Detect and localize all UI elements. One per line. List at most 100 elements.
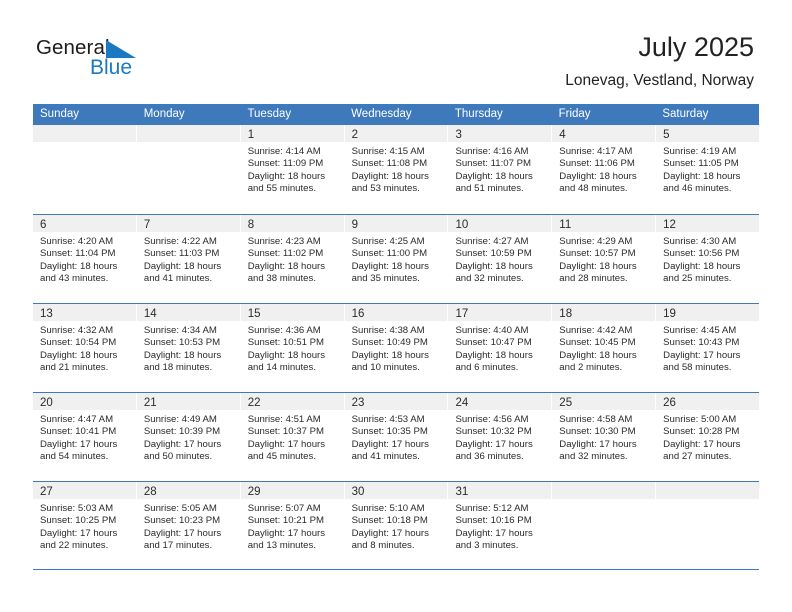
page-title: July 2025 — [638, 32, 754, 62]
day-info-line: and 50 minutes. — [143, 451, 213, 463]
day-info-line: Daylight: 17 hours — [143, 438, 222, 450]
day-number: 31 — [455, 486, 469, 498]
page-header: General Blue July 2025 Lonevag, Vestland… — [0, 0, 792, 100]
day-number-band — [656, 482, 760, 499]
day-info-line: Sunset: 10:30 PM — [559, 426, 636, 438]
calendar-day-cell[interactable]: 18 Sunrise: 4:42 AM Sunset: 10:45 PM Daylig… — [552, 304, 657, 392]
calendar-day-cell[interactable]: 29 Sunrise: 5:07 AM Sunset: 10:21 PM Daylig… — [240, 482, 345, 569]
day-info-line: Daylight: 18 hours — [40, 349, 118, 361]
day-number-band: 10 — [448, 215, 552, 232]
day-info-line: and 45 minutes. — [247, 451, 316, 463]
calendar-day-cell[interactable]: 3 Sunrise: 4:16 AM Sunset: 11:07 PM Dayligh… — [448, 125, 553, 214]
calendar-day-cell[interactable]: 7 Sunrise: 4:22 AM Sunset: 11:03 PM Dayligh… — [136, 215, 241, 303]
day-number-band: 30 — [344, 482, 448, 499]
calendar-day-cell[interactable]: 30 Sunrise: 5:10 AM Sunset: 10:18 PM Daylig… — [344, 482, 449, 569]
day-info-line: Sunset: 11:06 PM — [559, 158, 635, 170]
day-number-band: 11 — [552, 215, 656, 232]
day-info-line: Sunset: 11:08 PM — [351, 158, 428, 170]
day-number: 10 — [455, 219, 469, 231]
calendar-day-cell[interactable]: 20 Sunrise: 4:47 AM Sunset: 10:41 PM Daylig… — [33, 393, 137, 481]
day-info-line: Sunset: 11:02 PM — [247, 248, 324, 260]
day-info-line: Sunset: 10:23 PM — [143, 515, 221, 527]
calendar-day-cell[interactable]: 27 Sunrise: 5:03 AM Sunset: 10:25 PM Daylig… — [33, 482, 137, 569]
day-details: Sunrise: 4:40 AM Sunset: 10:47 PM Daylight… — [448, 321, 551, 375]
calendar-day-cell[interactable]: 5 Sunrise: 4:19 AM Sunset: 11:05 PM Dayligh… — [656, 125, 760, 214]
day-info-line: and 6 minutes. — [455, 362, 519, 374]
day-number-band: 6 — [33, 215, 136, 232]
day-number-band: 14 — [136, 304, 240, 321]
calendar-day-cell[interactable]: 11 Sunrise: 4:29 AM Sunset: 10:57 PM Daylig… — [552, 215, 657, 303]
day-info-line: and 41 minutes. — [351, 451, 420, 463]
day-info-line: Sunset: 10:47 PM — [455, 337, 532, 349]
calendar-day-cell[interactable]: 12 Sunrise: 4:30 AM Sunset: 10:56 PM Daylig… — [656, 215, 760, 303]
day-number-band: 26 — [656, 393, 760, 410]
day-info-line: Sunrise: 4:58 AM — [559, 414, 633, 425]
calendar-day-cell[interactable]: 13 Sunrise: 4:32 AM Sunset: 10:54 PM Daylig… — [33, 304, 137, 392]
day-details — [137, 142, 240, 146]
day-details: Sunrise: 4:34 AM Sunset: 10:53 PM Daylight… — [137, 321, 240, 375]
calendar-day-cell[interactable]: 6 Sunrise: 4:20 AM Sunset: 11:04 PM Dayligh… — [33, 215, 137, 303]
calendar-day-cell[interactable]: 19 Sunrise: 4:45 AM Sunset: 10:43 PM Daylig… — [656, 304, 760, 392]
day-details: Sunrise: 4:15 AM Sunset: 11:08 PM Daylight… — [345, 142, 448, 196]
calendar-day-cell[interactable]: 28 Sunrise: 5:05 AM Sunset: 10:23 PM Daylig… — [136, 482, 241, 569]
day-info-line: Sunset: 11:05 PM — [663, 158, 739, 170]
day-info-line: Sunrise: 5:03 AM — [40, 503, 114, 514]
day-info-line: and 10 minutes. — [351, 362, 420, 374]
calendar-day-cell[interactable]: 31 Sunrise: 5:12 AM Sunset: 10:16 PM Daylig… — [448, 482, 553, 569]
calendar-day-cell[interactable]: 26 Sunrise: 5:00 AM Sunset: 10:28 PM Daylig… — [656, 393, 760, 481]
general-blue-logo[interactable]: General Blue — [36, 36, 166, 84]
day-info-line: Daylight: 18 hours — [247, 260, 326, 272]
calendar-day-cell[interactable]: 9 Sunrise: 4:25 AM Sunset: 11:00 PM Dayligh… — [344, 215, 449, 303]
calendar-day-cell[interactable]: 1 Sunrise: 4:14 AM Sunset: 11:09 PM Dayligh… — [240, 125, 345, 214]
calendar-day-cell[interactable]: 10 Sunrise: 4:27 AM Sunset: 10:59 PM Daylig… — [448, 215, 553, 303]
calendar-cell-empty — [552, 482, 657, 569]
day-details: Sunrise: 4:14 AM Sunset: 11:09 PM Daylight… — [241, 142, 344, 196]
day-details: Sunrise: 5:12 AM Sunset: 10:16 PM Daylight… — [448, 499, 551, 553]
calendar-day-cell[interactable]: 22 Sunrise: 4:51 AM Sunset: 10:37 PM Daylig… — [240, 393, 345, 481]
day-info-line: Daylight: 17 hours — [351, 527, 429, 539]
day-number: 8 — [247, 219, 255, 231]
weekday-header-saturday: Saturday — [662, 108, 709, 120]
day-info-line: Sunrise: 4:34 AM — [143, 325, 217, 336]
day-info-line: and 17 minutes. — [143, 540, 213, 552]
day-info-line: Daylight: 18 hours — [663, 170, 741, 182]
calendar-day-cell[interactable]: 14 Sunrise: 4:34 AM Sunset: 10:53 PM Daylig… — [136, 304, 241, 392]
day-info-line: Sunrise: 4:49 AM — [143, 414, 217, 425]
calendar-day-cell[interactable]: 16 Sunrise: 4:38 AM Sunset: 10:49 PM Daylig… — [344, 304, 449, 392]
calendar-day-cell[interactable]: 15 Sunrise: 4:36 AM Sunset: 10:51 PM Daylig… — [240, 304, 345, 392]
calendar-day-cell[interactable]: 8 Sunrise: 4:23 AM Sunset: 11:02 PM Dayligh… — [240, 215, 345, 303]
calendar-day-cell[interactable]: 4 Sunrise: 4:17 AM Sunset: 11:06 PM Dayligh… — [552, 125, 657, 214]
day-info-line: Sunrise: 4:27 AM — [455, 236, 529, 247]
weekday-header-tuesday: Tuesday — [247, 108, 292, 120]
day-info-line: Sunset: 10:39 PM — [143, 426, 221, 438]
day-number-band — [136, 125, 240, 142]
day-info-line: Daylight: 18 hours — [143, 349, 222, 361]
day-info-line: Sunset: 10:21 PM — [247, 515, 324, 527]
day-details: Sunrise: 4:42 AM Sunset: 10:45 PM Daylight… — [552, 321, 655, 375]
calendar-day-cell[interactable]: 21 Sunrise: 4:49 AM Sunset: 10:39 PM Daylig… — [136, 393, 241, 481]
day-details: Sunrise: 5:07 AM Sunset: 10:21 PM Daylight… — [241, 499, 344, 553]
day-info-line: and 21 minutes. — [40, 362, 109, 374]
day-info-line: Daylight: 18 hours — [559, 349, 637, 361]
day-number: 20 — [40, 397, 53, 409]
day-number-band: 18 — [552, 304, 656, 321]
day-number: 15 — [247, 308, 261, 320]
day-number: 12 — [663, 219, 676, 231]
calendar-day-cell[interactable]: 25 Sunrise: 4:58 AM Sunset: 10:30 PM Daylig… — [552, 393, 657, 481]
day-details: Sunrise: 4:58 AM Sunset: 10:30 PM Daylight… — [552, 410, 655, 464]
day-details: Sunrise: 4:23 AM Sunset: 11:02 PM Daylight… — [241, 232, 344, 286]
day-details: Sunrise: 5:00 AM Sunset: 10:28 PM Daylight… — [656, 410, 759, 464]
day-info-line: Sunset: 10:56 PM — [663, 248, 740, 260]
day-info-line: and 46 minutes. — [663, 183, 732, 195]
calendar-day-cell[interactable]: 24 Sunrise: 4:56 AM Sunset: 10:32 PM Daylig… — [448, 393, 553, 481]
day-number: 28 — [143, 486, 157, 498]
calendar-cell-empty — [33, 125, 137, 214]
weekday-header-monday: Monday — [143, 108, 185, 120]
day-info-line: Daylight: 18 hours — [351, 260, 429, 272]
calendar-day-cell[interactable]: 23 Sunrise: 4:53 AM Sunset: 10:35 PM Daylig… — [344, 393, 449, 481]
day-info-line: Daylight: 17 hours — [455, 527, 533, 539]
day-info-line: Daylight: 17 hours — [247, 527, 326, 539]
calendar-day-cell[interactable]: 2 Sunrise: 4:15 AM Sunset: 11:08 PM Dayligh… — [344, 125, 449, 214]
day-number: 11 — [559, 219, 572, 231]
calendar-day-cell[interactable]: 17 Sunrise: 4:40 AM Sunset: 10:47 PM Daylig… — [448, 304, 553, 392]
